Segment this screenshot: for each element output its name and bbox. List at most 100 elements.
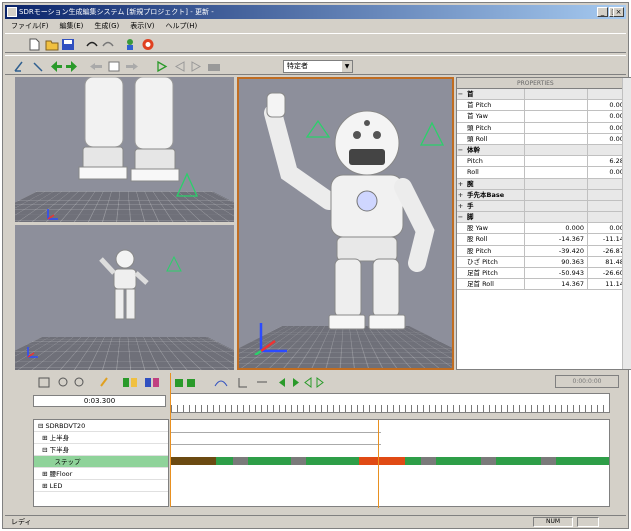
property-row[interactable]: 頭 Roll 0.000 — [457, 133, 631, 145]
property-row[interactable]: Pitch 6.288 — [457, 156, 631, 168]
robot-icon[interactable] — [123, 38, 137, 51]
step-track-bar[interactable] — [171, 457, 609, 465]
property-row[interactable]: + 手先本Base — [457, 189, 631, 201]
expander-icon[interactable]: − — [457, 145, 464, 155]
playhead[interactable] — [378, 420, 379, 508]
next-frame-icon[interactable] — [189, 60, 203, 73]
property-row[interactable]: 首 Pitch 0.000 — [457, 100, 631, 112]
property-value-left — [524, 144, 587, 156]
menu-view[interactable]: 表示(V) — [130, 20, 154, 32]
menu-help[interactable]: ヘルプ(H) — [166, 20, 198, 32]
undo-icon[interactable] — [85, 38, 99, 51]
property-value-left — [524, 212, 587, 223]
track-tree-item[interactable]: ステップ — [34, 456, 168, 468]
close-button[interactable]: × — [613, 7, 624, 17]
property-row[interactable]: 頭 Pitch 0.000 — [457, 122, 631, 134]
property-row[interactable]: − 体幹 — [457, 144, 631, 157]
menu-file[interactable]: ファイル(F) — [11, 20, 49, 32]
expander-icon[interactable] — [457, 223, 464, 233]
track-tree-item[interactable]: ⊞ 上半身 — [34, 432, 168, 444]
property-value-left — [524, 189, 587, 200]
expander-icon[interactable]: + — [457, 179, 464, 189]
track-area[interactable] — [170, 419, 610, 508]
step-back-icon[interactable] — [89, 60, 103, 73]
property-row[interactable]: Roll 0.000 — [457, 167, 631, 179]
mode-select[interactable]: 特定者 ▼ — [283, 60, 353, 73]
minimize-button[interactable]: _ — [597, 7, 608, 17]
expander-icon[interactable] — [457, 268, 464, 278]
expander-icon[interactable]: + — [457, 201, 464, 211]
property-name: 手先本Base — [467, 190, 505, 199]
viewport-bottom-left[interactable] — [15, 225, 234, 370]
track-tree-item[interactable]: ⊞ 腰Floor — [34, 468, 168, 480]
play-green-icon[interactable] — [155, 60, 169, 73]
expander-icon[interactable] — [457, 134, 464, 144]
axis-gizmo-icon — [47, 209, 58, 220]
menu-generate[interactable]: 生成(G) — [94, 20, 119, 32]
property-row[interactable]: 足首 Roll 14.367 11.140 — [457, 279, 631, 291]
property-row[interactable]: 股 Pitch -39.420 -26.879 — [457, 245, 631, 257]
expander-icon[interactable]: + — [457, 190, 464, 200]
property-name: 体幹 — [467, 145, 480, 154]
property-row[interactable]: + 手 — [457, 200, 631, 213]
prev-frame-icon[interactable] — [173, 60, 187, 73]
frame-icon[interactable] — [107, 60, 121, 73]
property-scrollbar[interactable] — [622, 78, 631, 369]
expander-icon[interactable] — [457, 246, 464, 256]
property-row[interactable]: 首 Yaw 0.000 — [457, 111, 631, 123]
property-row[interactable]: + 腕 — [457, 178, 631, 190]
expander-icon[interactable]: − — [457, 89, 464, 99]
open-folder-icon[interactable] — [45, 38, 59, 51]
pose-arrow-icon[interactable] — [13, 60, 27, 73]
title-bar[interactable]: SDRモーション生成編集システム [新規プロジェクト] - 更新 - _ □ — [5, 5, 626, 19]
viewport-main[interactable] — [237, 77, 454, 370]
timeline-tool-icons[interactable] — [35, 376, 335, 389]
new-file-icon[interactable] — [27, 38, 41, 51]
expander-icon[interactable] — [457, 156, 464, 166]
track-tree-item[interactable]: ⊟ SDRBDVT20 — [34, 420, 168, 432]
expander-icon[interactable] — [457, 111, 464, 121]
chevron-down-icon[interactable]: ▼ — [342, 61, 352, 72]
step-forward-icon[interactable] — [125, 60, 139, 73]
ruler-ticks — [171, 405, 609, 412]
time-ruler[interactable] — [170, 393, 610, 413]
step-clip-selected[interactable] — [359, 457, 405, 465]
step-clip[interactable] — [171, 457, 216, 465]
green-left-arrow-icon[interactable] — [49, 60, 63, 73]
camera-icon[interactable] — [207, 60, 221, 73]
track-line-lower — [171, 444, 381, 445]
property-row[interactable]: − 脚 — [457, 212, 631, 224]
property-value-left: 0.000 — [524, 223, 587, 234]
robot-full-small — [99, 249, 149, 320]
green-right-arrow-icon[interactable] — [65, 60, 79, 73]
viewport-top-left[interactable] — [15, 77, 234, 222]
expander-icon[interactable] — [457, 123, 464, 133]
property-row[interactable]: 股 Roll -14.367 -11.140 — [457, 234, 631, 246]
range-start-line[interactable] — [170, 373, 171, 507]
expander-icon[interactable] — [457, 257, 464, 267]
expander-icon[interactable] — [457, 100, 464, 110]
expander-icon[interactable]: − — [457, 212, 464, 222]
stop-icon[interactable] — [141, 38, 155, 51]
track-tree-item[interactable]: ⊞ LED — [34, 480, 168, 492]
expander-icon[interactable] — [457, 279, 464, 289]
property-row[interactable]: ひざ Pitch 90.363 81.486 — [457, 256, 631, 268]
property-row[interactable]: − 首 — [457, 89, 631, 101]
expander-icon[interactable] — [457, 234, 464, 244]
current-time-field[interactable]: 0:03.300 — [33, 395, 166, 407]
property-row[interactable]: 股 Yaw 0.000 0.000 — [457, 223, 631, 235]
status-pane — [577, 517, 599, 527]
save-icon[interactable] — [61, 38, 75, 51]
status-bar: レディ NUM — [5, 515, 626, 527]
property-name: 足首 Pitch — [467, 269, 498, 277]
track-tree-item[interactable]: ⊟ 下半身 — [34, 444, 168, 456]
property-row[interactable]: 足首 Pitch -50.943 -26.608 — [457, 268, 631, 280]
time-readout: 0:00:0:00 — [555, 375, 619, 388]
redo-icon[interactable] — [101, 38, 115, 51]
step-gap — [541, 457, 556, 465]
expander-icon[interactable] — [457, 167, 464, 177]
property-name: 股 Roll — [467, 235, 488, 244]
menu-edit[interactable]: 編集(E) — [60, 20, 84, 32]
pose-arrow-2-icon[interactable] — [31, 60, 45, 73]
property-name: 頭 Roll — [467, 134, 488, 143]
